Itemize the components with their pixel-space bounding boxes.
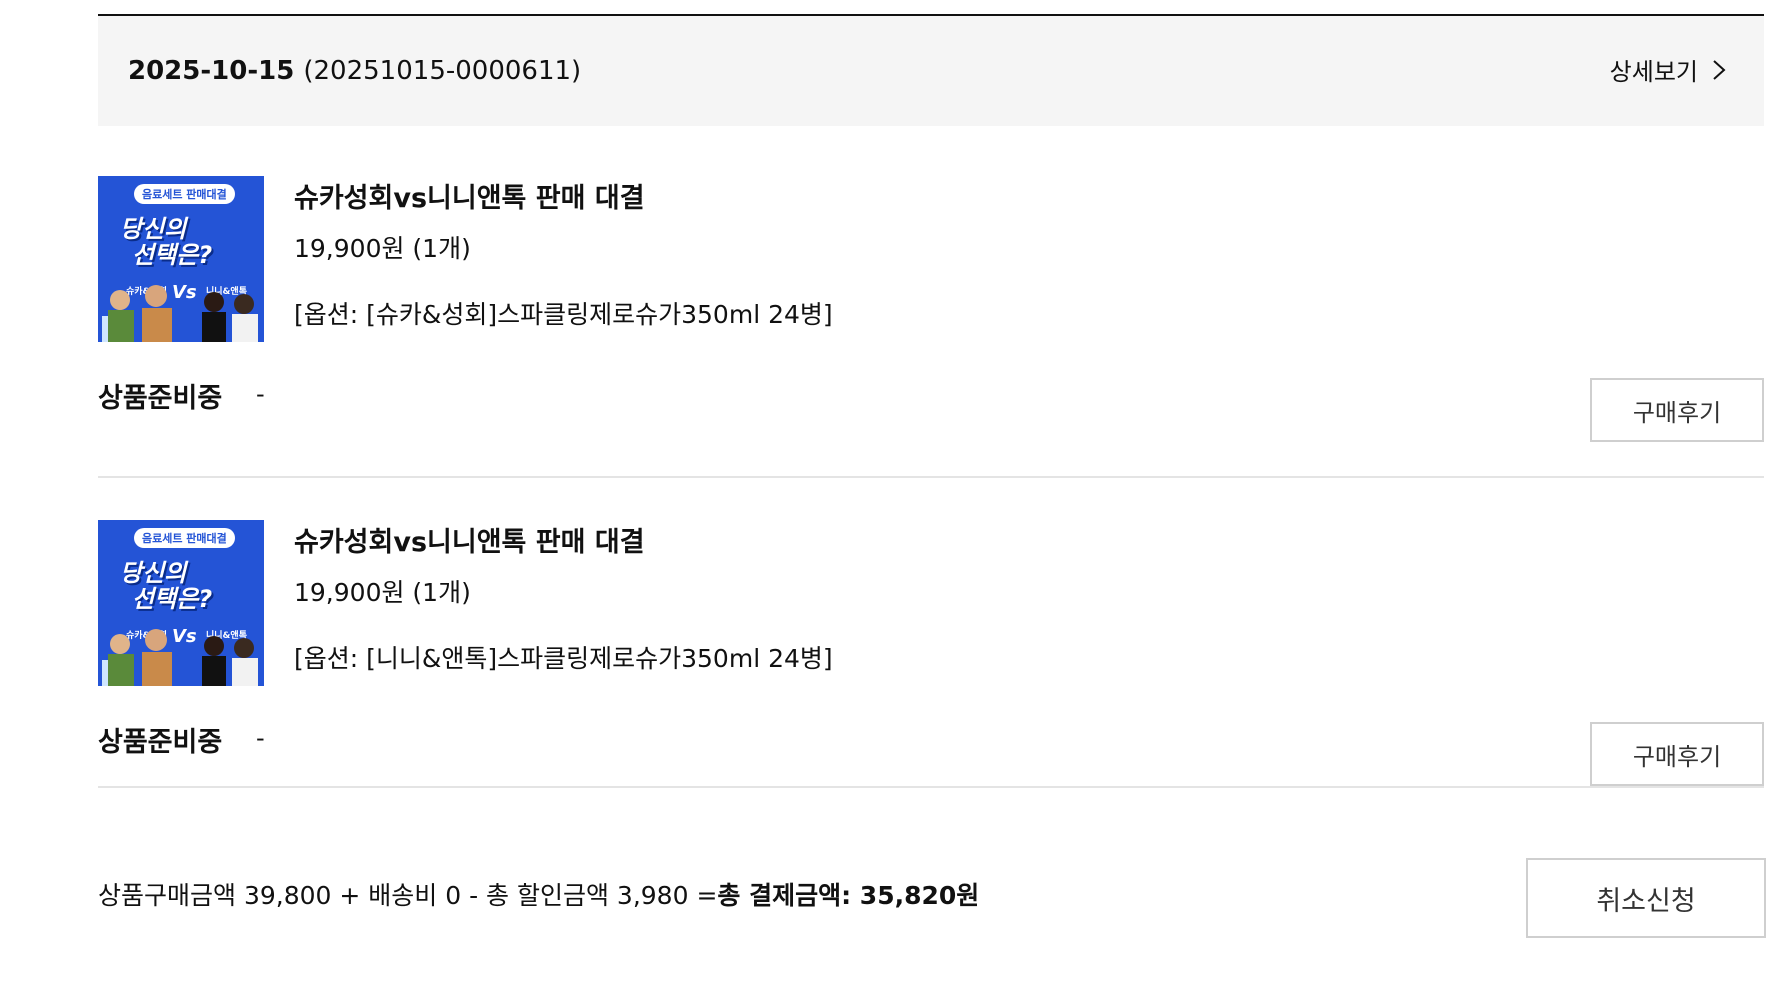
thumbnail-headline: 당신의 선택은? <box>120 216 212 268</box>
delivery-status: 상품준비중 <box>98 727 223 758</box>
product-info: 슈카성회vs니니앤톡 판매 대결 19,900원 (1개) [옵션: [슈카&성… <box>294 176 833 331</box>
product-price: 19,900원 (1개) <box>294 578 471 607</box>
product-info: 슈카성회vs니니앤톡 판매 대결 19,900원 (1개) [옵션: [니니&앤… <box>294 520 833 675</box>
chevron-right-icon <box>1713 59 1726 80</box>
product-title[interactable]: 슈카성회vs니니앤톡 판매 대결 <box>294 176 833 215</box>
delivery-status-detail: - <box>256 380 265 408</box>
thumbnail-line1: 당신의 <box>120 215 187 243</box>
payment-total: 총 결제금액: 35,820원 <box>717 881 980 910</box>
thumbnail-line2: 선택은? <box>132 585 213 613</box>
product-option: [옵션: [니니&앤톡]스파클링제로슈가350ml 24병] <box>294 644 833 673</box>
view-details-label: 상세보기 <box>1609 58 1698 86</box>
order-date-text: 2025-10-15 <box>128 56 295 86</box>
product-thumbnail[interactable]: 음료세트 판매대결 당신의 선택은? 슈카&성회 Vs 니니&앤톡 <box>98 520 264 686</box>
product-option: [옵션: [슈카&성회]스파클링제로슈가350ml 24병] <box>294 300 833 329</box>
order-item: 음료세트 판매대결 당신의 선택은? 슈카&성회 Vs 니니&앤톡 <box>98 126 1764 478</box>
thumbnail-badge: 음료세트 판매대결 <box>134 528 235 548</box>
thumbnail-line1: 당신의 <box>120 559 187 587</box>
payment-summary: 상품구매금액 39,800 + 배송비 0 - 총 할인금액 3,980 =총 … <box>98 876 979 912</box>
product-thumbnail[interactable]: 음료세트 판매대결 당신의 선택은? 슈카&성회 Vs 니니&앤톡 <box>98 176 264 342</box>
payment-breakdown: 상품구매금액 39,800 + 배송비 0 - 총 할인금액 3,980 = <box>98 881 718 910</box>
product-title[interactable]: 슈카성회vs니니앤톡 판매 대결 <box>294 520 833 559</box>
order-card: 2025-10-15 (20251015-0000611) 상세보기 음료세트 … <box>98 14 1764 788</box>
order-item: 음료세트 판매대결 당신의 선택은? 슈카&성회 Vs 니니&앤톡 <box>98 478 1764 788</box>
thumbnail-headline: 당신의 선택은? <box>120 560 212 612</box>
order-date: 2025-10-15 (20251015-0000611) <box>128 56 581 86</box>
write-review-button[interactable]: 구매후기 <box>1590 722 1764 786</box>
write-review-button[interactable]: 구매후기 <box>1590 378 1764 442</box>
order-number: (20251015-0000611) <box>303 56 582 86</box>
order-header: 2025-10-15 (20251015-0000611) 상세보기 <box>98 14 1764 126</box>
thumbnail-line2: 선택은? <box>132 241 213 269</box>
product-price: 19,900원 (1개) <box>294 234 471 263</box>
cancel-request-button[interactable]: 취소신청 <box>1526 858 1766 938</box>
thumbnail-badge: 음료세트 판매대결 <box>134 184 235 204</box>
delivery-status-detail: - <box>256 724 265 752</box>
people-illustration-icon <box>102 285 258 342</box>
view-details-link[interactable]: 상세보기 <box>1610 52 1726 87</box>
people-illustration-icon <box>102 629 258 686</box>
delivery-status: 상품준비중 <box>98 383 223 414</box>
